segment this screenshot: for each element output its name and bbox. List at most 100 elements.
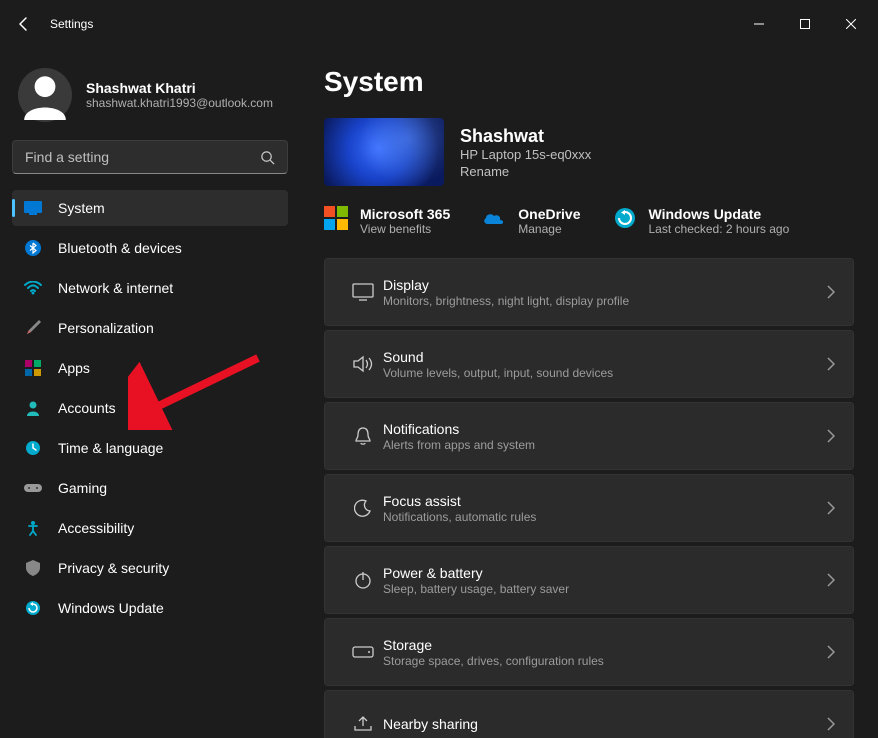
sound-icon (343, 355, 383, 373)
card-sound[interactable]: Sound Volume levels, output, input, soun… (324, 330, 854, 398)
bluetooth-icon (24, 239, 42, 257)
nav-label: Accessibility (58, 520, 134, 536)
card-notifications[interactable]: Notifications Alerts from apps and syste… (324, 402, 854, 470)
device-wallpaper (324, 118, 444, 186)
nav-label: Privacy & security (58, 560, 169, 576)
nav: System Bluetooth & devices Network & int… (12, 190, 288, 626)
nav-label: Windows Update (58, 600, 164, 616)
card-focus[interactable]: Focus assist Notifications, automatic ru… (324, 474, 854, 542)
chevron-right-icon (827, 501, 835, 515)
sidebar: Shashwat Khatri shashwat.khatri1993@outl… (0, 48, 300, 738)
card-title: Notifications (383, 421, 827, 437)
moon-icon (343, 499, 383, 517)
device-row: Shashwat HP Laptop 15s-eq0xxx Rename (324, 118, 854, 186)
nav-item-update[interactable]: Windows Update (12, 590, 288, 626)
display-icon (343, 283, 383, 301)
card-title: Focus assist (383, 493, 827, 509)
titlebar: Settings (0, 0, 878, 48)
service-title: Windows Update (649, 206, 790, 222)
nav-item-privacy[interactable]: Privacy & security (12, 550, 288, 586)
device-name: Shashwat (460, 126, 591, 147)
close-button[interactable] (828, 8, 874, 40)
nav-label: Gaming (58, 480, 107, 496)
power-icon (343, 571, 383, 589)
minimize-icon (754, 19, 764, 29)
window-title: Settings (50, 17, 93, 31)
chevron-right-icon (827, 285, 835, 299)
service-sub[interactable]: View benefits (360, 222, 450, 236)
service-onedrive[interactable]: OneDrive Manage (482, 206, 580, 236)
services-row: Microsoft 365 View benefits OneDrive Man… (324, 206, 854, 236)
service-title: Microsoft 365 (360, 206, 450, 222)
chevron-right-icon (827, 645, 835, 659)
nav-label: Personalization (58, 320, 154, 336)
person-icon (20, 70, 70, 120)
maximize-button[interactable] (782, 8, 828, 40)
nav-label: Bluetooth & devices (58, 240, 182, 256)
onedrive-icon (482, 206, 506, 230)
card-sub: Volume levels, output, input, sound devi… (383, 366, 827, 380)
card-title: Nearby sharing (383, 716, 827, 732)
nav-item-bluetooth[interactable]: Bluetooth & devices (12, 230, 288, 266)
maximize-icon (800, 19, 810, 29)
card-title: Power & battery (383, 565, 827, 581)
service-update[interactable]: Windows Update Last checked: 2 hours ago (613, 206, 790, 236)
person-icon (24, 399, 42, 417)
nav-item-personalization[interactable]: Personalization (12, 310, 288, 346)
clock-icon (24, 439, 42, 457)
brush-icon (24, 319, 42, 337)
windows-update-icon (613, 206, 637, 230)
card-sub: Monitors, brightness, night light, displ… (383, 294, 827, 308)
rename-link[interactable]: Rename (460, 164, 591, 179)
chevron-right-icon (827, 357, 835, 371)
system-icon (24, 199, 42, 217)
user-block[interactable]: Shashwat Khatri shashwat.khatri1993@outl… (12, 56, 288, 140)
nav-item-time[interactable]: Time & language (12, 430, 288, 466)
search-icon (260, 150, 275, 165)
nav-item-accessibility[interactable]: Accessibility (12, 510, 288, 546)
close-icon (846, 19, 856, 29)
avatar (18, 68, 72, 122)
card-title: Display (383, 277, 827, 293)
minimize-button[interactable] (736, 8, 782, 40)
nav-label: Accounts (58, 400, 116, 416)
service-sub: Last checked: 2 hours ago (649, 222, 790, 236)
card-sub: Alerts from apps and system (383, 438, 827, 452)
card-sub: Notifications, automatic rules (383, 510, 827, 524)
nav-label: Apps (58, 360, 90, 376)
nav-item-gaming[interactable]: Gaming (12, 470, 288, 506)
nav-item-accounts[interactable]: Accounts (12, 390, 288, 426)
storage-icon (343, 646, 383, 658)
nav-item-apps[interactable]: Apps (12, 350, 288, 386)
gamepad-icon (24, 479, 42, 497)
chevron-right-icon (827, 717, 835, 731)
nav-label: Network & internet (58, 280, 173, 296)
share-icon (343, 716, 383, 732)
service-title: OneDrive (518, 206, 580, 222)
card-sub: Sleep, battery usage, battery saver (383, 582, 827, 596)
search-box[interactable] (12, 140, 288, 174)
card-storage[interactable]: Storage Storage space, drives, configura… (324, 618, 854, 686)
chevron-right-icon (827, 573, 835, 587)
chevron-right-icon (827, 429, 835, 443)
accessibility-icon (24, 519, 42, 537)
arrow-left-icon (16, 16, 32, 32)
update-icon (24, 599, 42, 617)
user-email: shashwat.khatri1993@outlook.com (86, 96, 273, 110)
nav-label: Time & language (58, 440, 163, 456)
service-sub[interactable]: Manage (518, 222, 580, 236)
apps-icon (24, 359, 42, 377)
nav-item-system[interactable]: System (12, 190, 288, 226)
device-model: HP Laptop 15s-eq0xxx (460, 147, 591, 162)
user-name: Shashwat Khatri (86, 80, 273, 96)
nav-label: System (58, 200, 105, 216)
back-button[interactable] (4, 4, 44, 44)
nav-item-network[interactable]: Network & internet (12, 270, 288, 306)
wifi-icon (24, 279, 42, 297)
card-sub: Storage space, drives, configuration rul… (383, 654, 827, 668)
card-display[interactable]: Display Monitors, brightness, night ligh… (324, 258, 854, 326)
search-input[interactable] (25, 149, 260, 165)
service-m365[interactable]: Microsoft 365 View benefits (324, 206, 450, 236)
card-nearby[interactable]: Nearby sharing (324, 690, 854, 738)
card-power[interactable]: Power & battery Sleep, battery usage, ba… (324, 546, 854, 614)
